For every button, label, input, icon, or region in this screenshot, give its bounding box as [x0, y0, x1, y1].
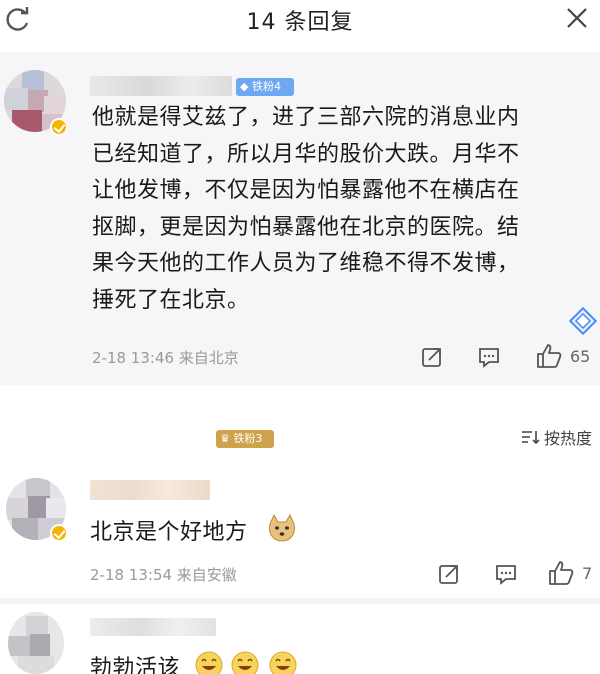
comment-icon[interactable]	[477, 345, 501, 369]
username-blurred[interactable]	[90, 618, 216, 636]
divider	[0, 598, 600, 604]
comment-line: 他就是得艾兹了，进了三部六院的消息业内	[92, 105, 520, 130]
header-bar: 14 条回复	[0, 0, 600, 52]
comment-line: 抠脚，更是因为怕暴露他在北京的医院。结	[92, 214, 520, 240]
laugh-emoji	[269, 651, 297, 674]
share-icon[interactable]	[420, 345, 444, 369]
fan-level-badge: ♛ 铁粉3	[216, 430, 274, 448]
reply-text: 北京是个好地方	[90, 520, 248, 545]
like-count: 65	[570, 347, 591, 366]
like-icon[interactable]	[548, 560, 574, 586]
avatar[interactable]	[8, 612, 64, 674]
sort-bar: 按热度	[0, 385, 600, 448]
main-comment: ◆ 铁粉4 他就是得艾兹了，进了三部六院的消息业内 已经知道了，所以月华的股价大…	[0, 52, 600, 385]
sort-icon	[521, 431, 540, 445]
reply-text: 勃勃活该	[90, 656, 181, 674]
comment-meta: 2-18 13:46 来自北京	[92, 349, 239, 367]
comment-line: 已经知道了，所以月华的股价大跌。月华不	[92, 141, 520, 167]
comment-text: 他就是得艾兹了，进了三部六院的消息业内 已经知道了，所以月华的股价大跌。月华不 …	[92, 100, 582, 319]
floating-diamond-icon[interactable]	[566, 304, 600, 338]
comment-line: 果今天他的工作人员为了维稳不得不发博，	[92, 251, 520, 276]
page-title: 14 条回复	[246, 10, 354, 35]
laugh-emoji	[231, 651, 259, 674]
close-icon[interactable]	[564, 5, 590, 31]
crown-icon: ♛	[220, 432, 230, 445]
sort-by-hot-button[interactable]: 按热度	[520, 425, 592, 449]
verified-icon	[50, 118, 68, 136]
diamond-icon: ◆	[240, 80, 249, 93]
fan-level-badge: ◆ 铁粉4	[236, 78, 294, 96]
share-icon[interactable]	[437, 562, 461, 586]
username-blurred[interactable]	[90, 76, 232, 96]
like-icon[interactable]	[536, 343, 562, 369]
comment-line: 让他发博，不仅是因为怕暴露他不在横店在	[92, 178, 520, 203]
verified-icon	[50, 524, 68, 542]
laugh-emoji	[195, 651, 223, 674]
doge-emoji	[269, 513, 295, 542]
reply-meta: 2-18 13:54 来自安徽	[90, 566, 237, 584]
comment-line: 捶死了在北京。	[92, 287, 250, 313]
username-blurred[interactable]	[90, 480, 210, 500]
comment-icon[interactable]	[494, 562, 518, 586]
like-count: 7	[582, 564, 593, 583]
